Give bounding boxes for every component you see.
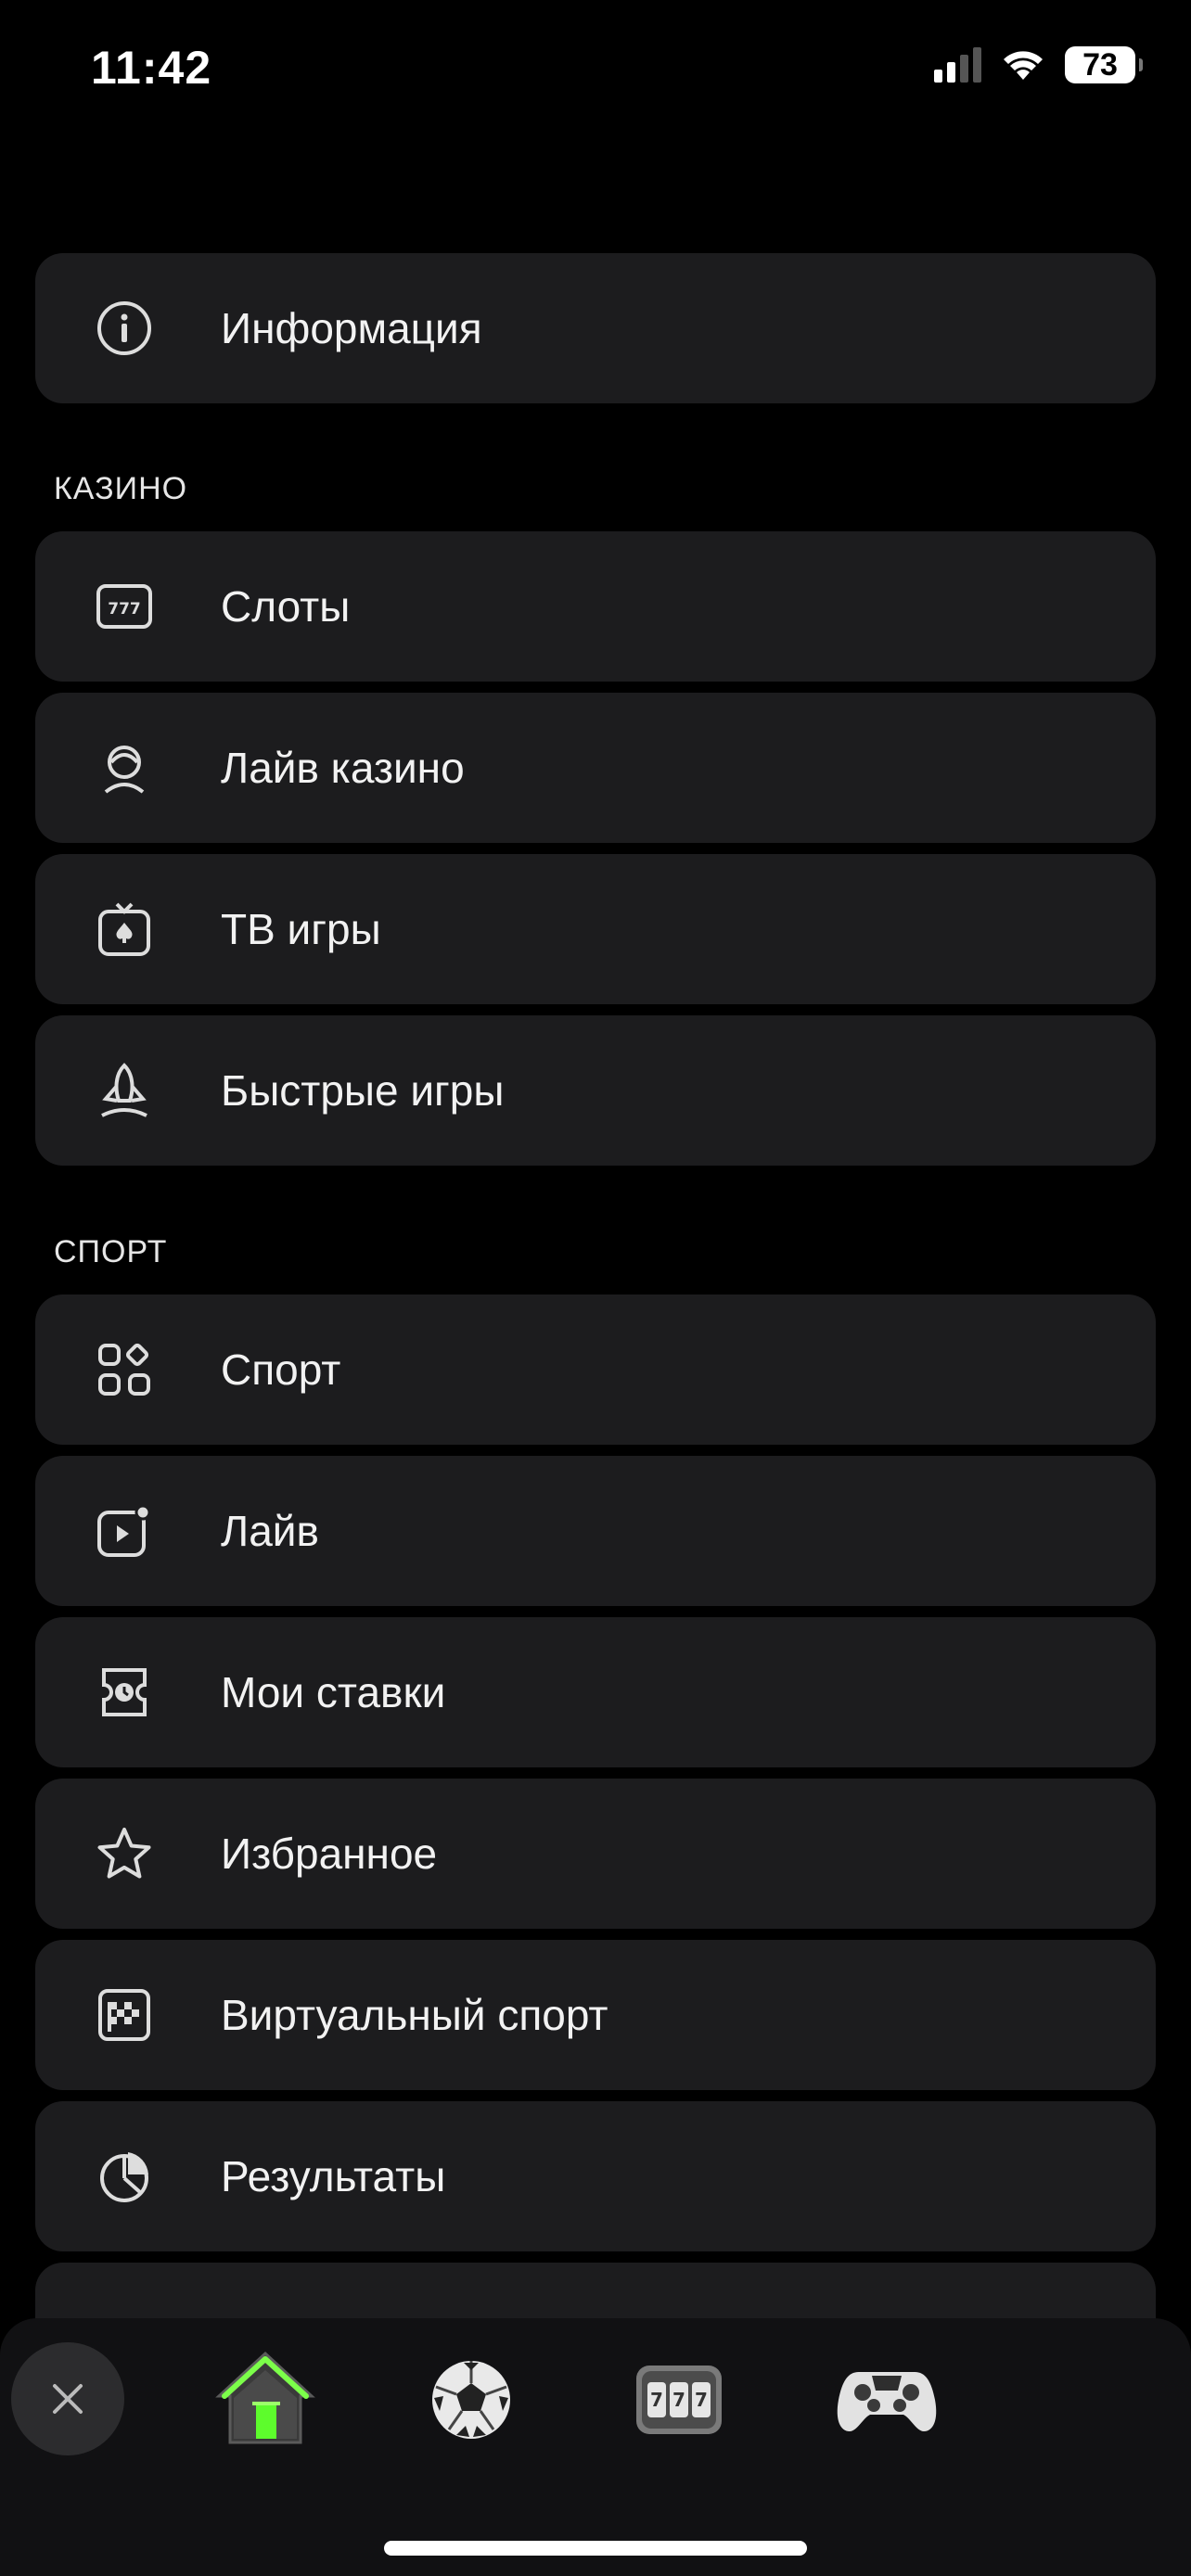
menu-item-favorites[interactable]: Избранное — [35, 1779, 1156, 1929]
home-icon — [215, 2351, 315, 2444]
menu-item-label: Мои ставки — [221, 1668, 446, 1716]
sport-grid-icon — [95, 1340, 154, 1399]
close-button[interactable] — [11, 2342, 124, 2455]
menu-item-label: Информация — [221, 304, 482, 352]
status-time: 11:42 — [91, 42, 212, 94]
slot-machine-icon: 7 7 7 — [636, 2366, 722, 2434]
status-bar: 11:42 73 — [0, 0, 1191, 139]
svg-text:7: 7 — [672, 2389, 685, 2411]
menu-item-tv-games[interactable]: ТВ игры — [35, 854, 1156, 1004]
tab-casino[interactable]: 7 7 7 — [625, 2346, 733, 2454]
menu-item-label: ТВ игры — [221, 905, 381, 953]
slots-777-icon: 777 — [95, 577, 154, 636]
status-indicators: 73 — [934, 46, 1143, 83]
section-header-sport: СПОРТ — [54, 1234, 168, 1269]
menu-item-label: Избранное — [221, 1830, 438, 1878]
tv-games-icon — [95, 899, 154, 959]
tab-home[interactable] — [211, 2346, 319, 2454]
section-header-casino: КАЗИНО — [54, 471, 188, 506]
rocket-icon — [95, 1061, 154, 1120]
menu-item-slots[interactable]: 777 Слоты — [35, 531, 1156, 682]
home-indicator[interactable] — [384, 2541, 807, 2556]
menu-item-label: Лайв — [221, 1507, 319, 1555]
live-play-icon — [95, 1501, 154, 1561]
svg-text:7: 7 — [695, 2389, 708, 2411]
gamepad-icon — [837, 2372, 937, 2431]
menu-item-fast-games[interactable]: Быстрые игры — [35, 1015, 1156, 1166]
checkered-flag-icon — [95, 1985, 154, 2045]
wifi-icon — [1004, 51, 1043, 80]
cellular-signal-icon — [934, 47, 981, 83]
menu-item-label: Спорт — [221, 1345, 341, 1394]
menu-item-label: Лайв казино — [221, 744, 465, 792]
menu-item-label: Результаты — [221, 2152, 446, 2200]
svg-text:7: 7 — [650, 2389, 663, 2411]
info-icon — [95, 299, 154, 358]
soccer-ball-icon — [432, 2361, 510, 2439]
live-dealer-icon — [95, 738, 154, 797]
battery-indicator: 73 — [1065, 46, 1143, 83]
tab-games[interactable] — [833, 2346, 941, 2454]
tab-sport[interactable] — [417, 2346, 525, 2454]
menu-item-live[interactable]: Лайв — [35, 1456, 1156, 1606]
bottom-tab-bar: 7 7 7 — [0, 2318, 1191, 2576]
svg-text:777: 777 — [108, 600, 141, 618]
close-icon — [53, 2384, 83, 2414]
bet-ticket-icon — [95, 1663, 154, 1722]
menu-item-my-bets[interactable]: Мои ставки — [35, 1617, 1156, 1767]
menu-item-label: Виртуальный спорт — [221, 1991, 608, 2039]
results-pie-icon — [95, 2147, 154, 2206]
menu-item-live-casino[interactable]: Лайв казино — [35, 693, 1156, 843]
menu-item-info[interactable]: Информация — [35, 253, 1156, 403]
menu-item-results[interactable]: Результаты — [35, 2101, 1156, 2251]
menu-item-label: Слоты — [221, 582, 351, 631]
menu-item-sport[interactable]: Спорт — [35, 1294, 1156, 1445]
menu-item-label: Быстрые игры — [221, 1066, 505, 1115]
menu-item-virtual-sport[interactable]: Виртуальный спорт — [35, 1940, 1156, 2090]
star-icon — [95, 1824, 154, 1883]
